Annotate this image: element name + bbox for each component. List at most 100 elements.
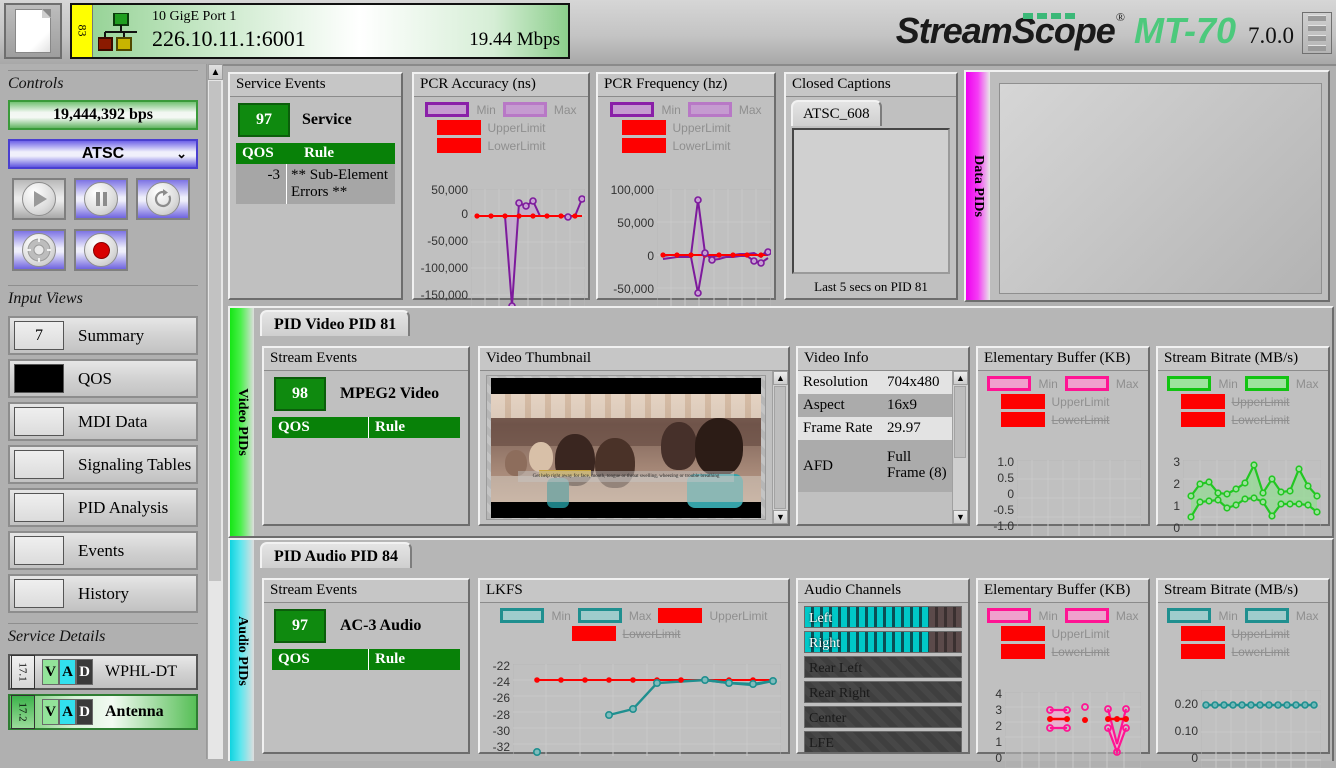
transport-controls-row-1 — [0, 169, 206, 220]
legend-label-min: Min — [1218, 376, 1238, 391]
audio-stream-events-panel: Stream Events 97 AC-3 Audio QOS Rule — [262, 578, 470, 754]
play-button[interactable] — [12, 178, 66, 220]
chart-legend: Min Max UpperLimit LowerLimit — [598, 97, 774, 153]
divider — [8, 623, 198, 624]
audio-stream-bitrate-panel: Stream Bitrate (MB/s) Min Max UpperLimit… — [1156, 578, 1330, 768]
stream-pid-value: 83 — [75, 24, 90, 37]
video-info-scrollbar[interactable]: ▲ ▼ — [952, 371, 968, 524]
stream-status-bar[interactable]: 83 10 GigE Port 1 226.10.11.1:6001 19.44… — [70, 3, 570, 59]
audio-channel-right: Right — [804, 631, 962, 653]
audio-elementary-buffer-plot — [1005, 692, 1141, 768]
tab-atsc-608[interactable]: ATSC_608 — [791, 100, 882, 126]
sidebar-item-history[interactable]: History — [8, 574, 198, 613]
legend-swatch-max — [502, 102, 547, 117]
thumbnail-viewport: Get help right away for face, mouth, ton… — [486, 375, 766, 520]
standard-select[interactable]: ATSC ⌄ — [8, 139, 198, 169]
ytick: 2 — [995, 719, 1002, 733]
pcr-frequency-plot — [657, 189, 771, 321]
audio-flag-icon: A — [59, 699, 76, 725]
audio-channel-rear-left: Rear Left — [804, 656, 962, 678]
panel-title: PCR Frequency (hz) — [598, 74, 774, 97]
chart-area: 50,000 0 -50,000 -100,000 -150,000 -200,… — [414, 183, 586, 328]
sidebar-item-pid-analysis[interactable]: PID Analysis — [8, 488, 198, 527]
video-elementary-buffer-panel: Elementary Buffer (KB) Min Max UpperLimi… — [976, 346, 1150, 536]
ytick: 1 — [995, 735, 1002, 749]
service-number: 17.2 — [11, 695, 35, 729]
ytick: -1.0 — [993, 519, 1014, 533]
bitrate-button[interactable]: 19,444,392 bps — [8, 100, 198, 130]
badge — [14, 536, 64, 565]
panel-title: Audio Channels — [798, 580, 968, 603]
table-row: Resolution 704x480 — [798, 371, 953, 394]
scrollbar-thumb[interactable] — [774, 386, 786, 509]
scrollbar-thumb[interactable] — [209, 81, 221, 581]
ytick: -100,000 — [420, 261, 468, 275]
info-key: Resolution — [803, 374, 869, 390]
input-views-title: Input Views — [8, 290, 83, 307]
audio-channel-label: Rear Right — [809, 686, 871, 701]
legend-label-max: Max — [1115, 608, 1139, 623]
scrollbar-thumb[interactable] — [954, 386, 966, 458]
tab-pid-audio[interactable]: PID Audio PID 84 — [260, 542, 413, 568]
reload-button[interactable] — [136, 178, 190, 220]
sidebar-item-summary[interactable]: 7 Summary — [8, 316, 198, 355]
data-flag-icon: D — [76, 699, 93, 725]
closed-captions-panel: Closed Captions ATSC_608 Last 5 secs on … — [784, 72, 958, 300]
sidebar-item-label: PID Analysis — [78, 497, 169, 517]
ytick: 3 — [1173, 455, 1180, 469]
app-version: 7.0.0 — [1248, 23, 1294, 48]
legend-swatch-upper — [658, 608, 703, 623]
audio-pids-tab[interactable]: Audio PIDs — [230, 540, 254, 761]
scroll-up-icon[interactable]: ▲ — [773, 371, 788, 385]
video-image: Get help right away for face, mouth, ton… — [491, 393, 761, 508]
audio-channel-center: Center — [804, 706, 962, 728]
service-item-antenna[interactable]: 17.2 V A D Antenna — [8, 694, 198, 730]
pause-button[interactable] — [74, 178, 128, 220]
badge — [14, 450, 64, 479]
audio-channel-lfe: LFE — [804, 731, 962, 753]
scroll-down-icon[interactable]: ▼ — [773, 510, 788, 524]
legend-swatch-max — [1244, 376, 1289, 391]
chart-area: 100,000 50,000 0 -50,000 -100,000 — [598, 183, 772, 328]
legend-label-lower: LowerLimit — [1231, 412, 1290, 427]
table-row[interactable]: -3 ** Sub-Element Errors ** — [236, 164, 395, 204]
audio-channel-rear-right: Rear Right — [804, 681, 962, 703]
service-number: 17.1 — [11, 655, 35, 689]
sidebar-item-qos[interactable]: QOS — [8, 359, 198, 398]
video-pids-tab[interactable]: Video PIDs — [230, 308, 254, 536]
chart-area: 0.20 0.10 0 — [1158, 687, 1326, 768]
table-header: QOS Rule — [236, 143, 395, 164]
audio-stream-bitrate-plot — [1201, 690, 1321, 768]
scroll-up-icon[interactable]: ▲ — [208, 64, 223, 80]
column-rule: Rule — [304, 145, 334, 161]
legend-swatch-min — [1167, 376, 1212, 391]
sidebar-item-label: QOS — [78, 368, 113, 388]
tab-pid-video[interactable]: PID Video PID 81 — [260, 310, 411, 336]
sidebar-scrollbar[interactable]: ▲ — [207, 64, 223, 759]
controls-title: Controls — [8, 75, 64, 92]
document-button[interactable] — [4, 3, 62, 59]
ytick: 1.0 — [997, 455, 1014, 469]
play-icon — [22, 182, 56, 216]
thumbnail-scrollbar[interactable]: ▲ ▼ — [772, 371, 788, 524]
hamburger-menu-icon[interactable] — [1302, 12, 1332, 54]
ytick: 0.10 — [1174, 724, 1198, 738]
ytick: 0 — [1173, 521, 1180, 535]
sidebar-item-label: Events — [78, 540, 125, 560]
record-button[interactable] — [74, 229, 128, 271]
scroll-down-icon[interactable]: ▼ — [953, 510, 968, 524]
data-pids-tab[interactable]: Data PIDs — [966, 72, 990, 300]
settings-button[interactable] — [12, 229, 66, 271]
legend-swatch-min — [987, 376, 1032, 391]
sidebar-item-signaling-tables[interactable]: Signaling Tables — [8, 445, 198, 484]
scroll-up-icon[interactable]: ▲ — [953, 371, 968, 385]
legend-label-min: Min — [1218, 608, 1238, 623]
service-item-wphl-dt[interactable]: 17.1 V A D WPHL-DT — [8, 654, 198, 690]
left-sidebar: Controls 19,444,392 bps ATSC ⌄ Input Vie… — [0, 64, 207, 759]
panel-title: PCR Accuracy (ns) — [414, 74, 588, 97]
info-key: Frame Rate — [803, 419, 873, 436]
sidebar-item-events[interactable]: Events — [8, 531, 198, 570]
legend-label-lower: LowerLimit — [487, 138, 546, 153]
sidebar-item-mdi-data[interactable]: MDI Data — [8, 402, 198, 441]
ytick: -24 — [492, 675, 510, 689]
